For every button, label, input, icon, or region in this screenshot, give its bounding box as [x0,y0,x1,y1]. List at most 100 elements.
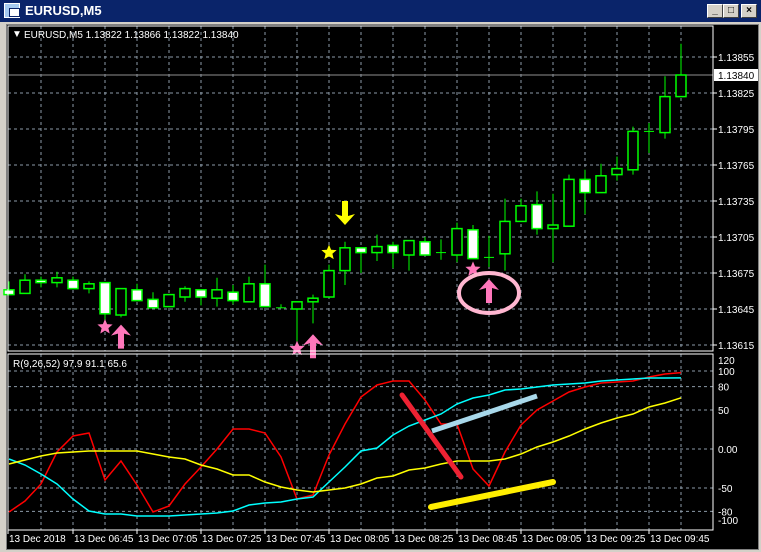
time-label: 13 Dec 06:45 [74,534,134,545]
candle [484,235,494,267]
candle [531,191,543,235]
candle-body-bear [99,281,111,315]
candle [211,277,223,307]
candle-body-bull [83,283,95,290]
indicator-tick-label: 100 [718,367,735,378]
candle [403,239,415,271]
candle [611,156,623,181]
time-label: 13 Dec 07:05 [138,534,198,545]
candle [515,198,527,223]
time-label: 13 Dec 2018 [9,534,66,545]
candle-body-bear [227,291,239,302]
candle-body-bull [51,277,63,284]
candle-body-bear [131,289,143,302]
chart-collapse-icon[interactable]: ▼ [12,29,22,40]
candle [644,123,654,153]
price-tick-label: 1.13645 [718,305,755,316]
candle [355,247,367,273]
yellow-trendline[interactable] [428,479,556,510]
candle [19,274,31,295]
candle [243,276,255,303]
candle-body-bull [499,220,511,255]
candle [3,281,15,296]
indicator-tick-label: 50 [718,406,730,417]
candle [163,293,175,308]
time-label: 13 Dec 07:45 [266,534,326,545]
candle-body-bull [403,239,415,256]
candle-body-bear [579,178,591,194]
arrow-up-marker-icon [303,334,323,359]
candle-body-bull [515,205,527,223]
cyan-indicator-line [8,377,682,517]
time-label: 13 Dec 09:25 [586,534,646,545]
candle-body-bear [35,279,47,284]
candle-body-bull [179,287,191,298]
candle-body-bear [259,283,271,308]
candle [323,264,335,298]
indicator-tick-label: -50 [718,484,733,495]
candle [467,225,479,260]
candle-body-bear [387,244,399,254]
indicator-tick-label: -100 [718,516,738,527]
arrow-down-marker-icon [335,201,355,225]
candle [51,271,63,288]
candle [659,76,671,139]
candle [147,292,159,309]
candle-body-bull [627,130,639,171]
time-label: 13 Dec 07:25 [202,534,262,545]
price-tick-label: 1.13735 [718,197,755,208]
candle-body-bear [355,247,367,254]
yellow-indicator-line [8,397,682,493]
star-marker-icon [97,319,113,334]
price-tick-label: 1.13825 [718,89,755,100]
candle [595,163,607,194]
candle-body-bull [547,224,559,230]
price-tick-label: 1.13855 [718,53,755,64]
candle-body-bear [195,289,207,298]
candle-body-bull [675,74,687,98]
candle-body-bull [339,247,351,272]
red-indicator-line [8,371,682,513]
candle [547,193,559,263]
candle-body-bear [531,203,543,230]
candle [499,198,511,271]
price-tick-label: 1.13615 [718,341,755,352]
candle [276,304,286,309]
candle-body-bear [419,241,431,256]
price-tick-label: 1.13765 [718,161,755,172]
candle [99,281,111,323]
time-label: 13 Dec 08:05 [330,534,390,545]
candle-body-bull [211,289,223,299]
price-tick-label: 1.13705 [718,233,755,244]
candle-body-bull [19,279,31,295]
current-price-label: 1.13840 [718,71,755,82]
candle [563,174,575,227]
chart-header: EURUSD,M5 1.13822 1.13866 1.13822 1.1384… [24,30,239,41]
candle [179,286,191,302]
time-label: 13 Dec 09:45 [650,534,710,545]
candle-body-bull [659,95,671,134]
candle [436,239,446,260]
star-marker-icon [289,340,305,356]
candle [83,281,95,294]
indicator-tick-label: 80 [718,383,730,394]
candle [339,241,351,285]
time-label: 13 Dec 08:45 [458,534,518,545]
indicator-tick-label: 120 [718,356,735,367]
candle [115,287,127,318]
candle-body-bear [3,289,15,296]
candle-body-bear [67,279,79,290]
candle-body-bull [611,167,623,176]
candle [259,264,271,308]
candle-body-bull [291,301,303,310]
price-tick-label: 1.13795 [718,125,755,136]
candle [67,276,79,290]
chart-canvas[interactable]: 1.13855 1.13825 1.13795 1.13765 1.13735 1.137… [0,0,761,552]
candle [227,285,239,305]
candle [131,283,143,302]
candle-body-bear [467,229,479,260]
time-label: 13 Dec 09:05 [522,534,582,545]
arrow-up-marker-icon [479,279,499,303]
candle [675,43,687,98]
price-tick-label: 1.13675 [718,269,755,280]
